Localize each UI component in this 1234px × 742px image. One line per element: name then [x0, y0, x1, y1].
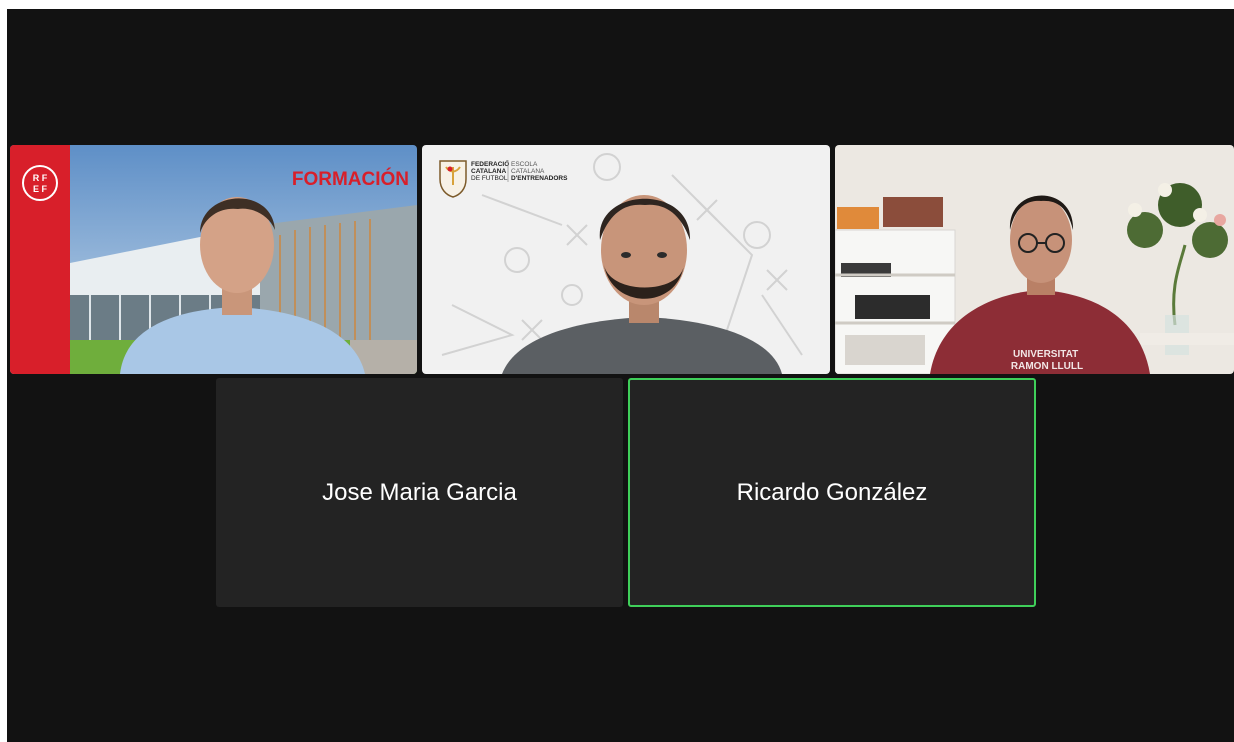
video-feed-3: UNIVERSITAT RAMON LLULL [835, 145, 1234, 374]
svg-text:E F: E F [33, 184, 48, 194]
svg-text:R F: R F [33, 173, 48, 183]
participant-name: Jose Maria Garcia [322, 478, 517, 506]
formacion-banner-text: FORMACIÓN [292, 168, 409, 190]
svg-text:FEDERACIÓ CATALANA: FEDERACIÓ CATALANA [471, 159, 511, 175]
participant-tile-jose-maria-garcia[interactable]: Jose Maria Garcia [216, 378, 623, 607]
video-tile-participant-1[interactable]: R F E F FORMACIÓN [10, 145, 417, 374]
svg-text:DE FUTBOL: DE FUTBOL [471, 175, 508, 182]
video-tile-participant-3[interactable]: UNIVERSITAT RAMON LLULL [835, 145, 1234, 374]
video-feed-1: R F E F FORMACIÓN [10, 145, 417, 374]
participant-name: Ricardo González [736, 478, 928, 506]
meeting-gallery-view: R F E F FORMACIÓN FEDERACIÓ CATALANA DE … [7, 9, 1234, 742]
svg-text:D'ENTRENADORS: D'ENTRENADORS [511, 175, 568, 182]
participant-tile-ricardo-gonzalez[interactable]: Ricardo González [628, 378, 1036, 607]
svg-text:UNIVERSITAT RAMON LLUL: UNIVERSITAT RAMON LLULL [1011, 349, 1083, 372]
video-feed-2: FEDERACIÓ CATALANA DE FUTBOL ESCOLA CATA… [422, 145, 830, 374]
video-tile-participant-2[interactable]: FEDERACIÓ CATALANA DE FUTBOL ESCOLA CATA… [422, 145, 830, 374]
